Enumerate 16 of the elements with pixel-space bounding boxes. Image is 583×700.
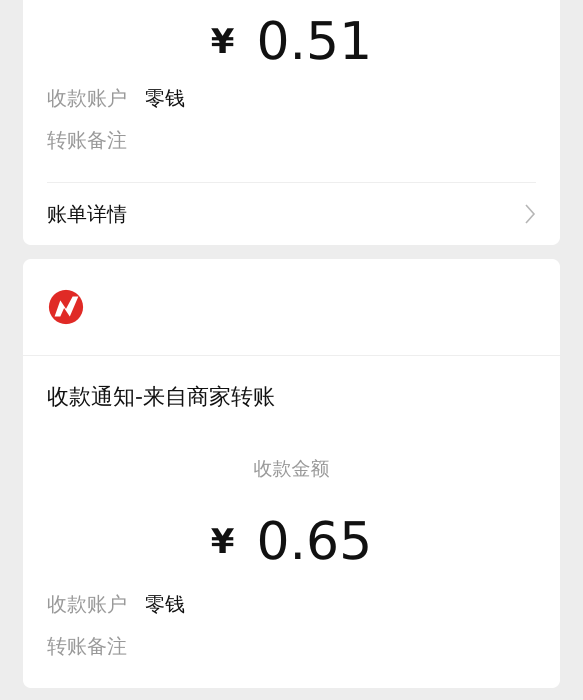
field-label: 收款账户 xyxy=(47,590,127,618)
field-value: 零钱 xyxy=(145,84,185,112)
lightning-logo-icon xyxy=(47,288,85,326)
chevron-right-icon xyxy=(524,203,536,225)
amount-label: 收款金额 xyxy=(252,457,330,482)
notice-title: 收款通知-来自商家转账 xyxy=(47,384,276,412)
amount-value: 0.65 xyxy=(256,512,372,572)
field-label: 转账备注 xyxy=(47,126,127,154)
amount-value: 0.51 xyxy=(256,12,372,72)
link-label: 账单详情 xyxy=(47,200,127,228)
field-label: 转账备注 xyxy=(47,632,127,660)
bill-details-link[interactable]: 账单详情 xyxy=(47,182,536,245)
field-value: 零钱 xyxy=(145,590,185,618)
field-label: 收款账户 xyxy=(47,84,127,112)
currency-symbol: ¥ xyxy=(210,22,234,62)
currency-symbol: ¥ xyxy=(210,522,234,562)
